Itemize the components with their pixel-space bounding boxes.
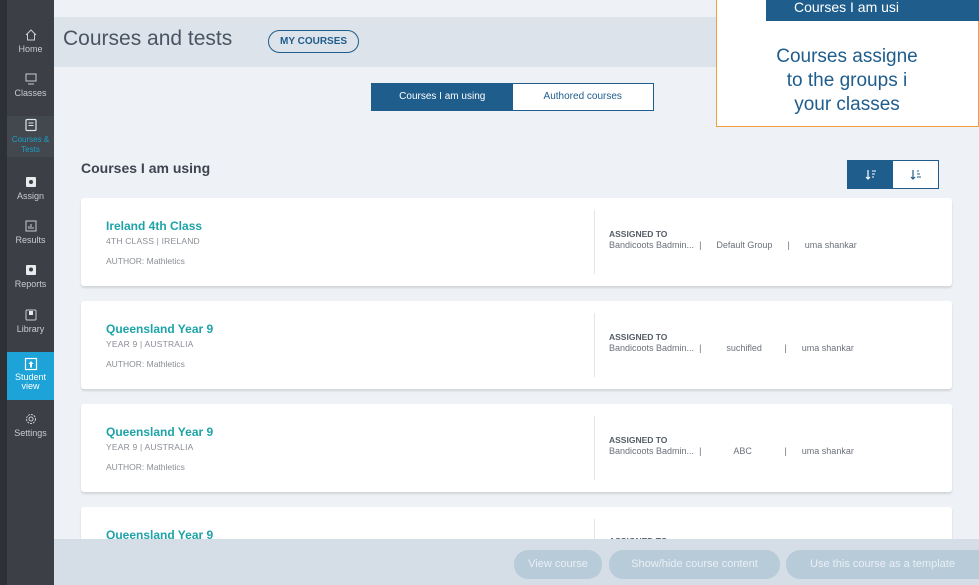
reports-icon bbox=[25, 265, 36, 275]
tab-authored-courses[interactable]: Authored courses bbox=[513, 84, 654, 110]
separator: | bbox=[761, 343, 802, 353]
separator: | bbox=[694, 343, 727, 353]
course-card[interactable]: Queensland Year 9 YEAR 9 | AUSTRALIA AUT… bbox=[81, 404, 952, 492]
sidebar-item-label: Courses & Tests bbox=[11, 135, 50, 154]
assigned-group: ABC bbox=[733, 446, 752, 456]
assigned-teacher: uma shankar bbox=[801, 343, 854, 353]
assigned-to-row: Bandicoots Badmin... | ABC | uma shankar bbox=[609, 446, 854, 456]
separator: | bbox=[694, 446, 734, 456]
sort-asc-icon bbox=[910, 169, 921, 180]
library-icon bbox=[25, 309, 36, 321]
section-title: Courses I am using bbox=[81, 160, 211, 176]
sidebar-item-label: Student view bbox=[14, 372, 47, 391]
assign-icon bbox=[25, 177, 36, 187]
sidebar-item-courses[interactable]: Courses & Tests bbox=[7, 116, 54, 157]
sidebar-item-label: Reports bbox=[14, 279, 47, 289]
show-hide-content-button[interactable]: Show/hide course content bbox=[609, 550, 780, 579]
my-courses-button[interactable]: MY COURSES bbox=[268, 30, 360, 53]
assigned-teacher: uma shankar bbox=[801, 446, 854, 456]
course-subtitle: YEAR 9 | AUSTRALIA bbox=[106, 442, 194, 452]
sidebar-item-library[interactable]: Library bbox=[7, 308, 54, 334]
student-view-icon bbox=[24, 357, 37, 371]
course-author: AUTHOR: Mathletics bbox=[106, 256, 185, 266]
sidebar-item-label: Home bbox=[18, 44, 43, 54]
sidebar-item-settings[interactable]: Settings bbox=[7, 412, 54, 438]
course-card[interactable]: Ireland 4th Class 4TH CLASS | IRELAND AU… bbox=[81, 198, 952, 286]
assigned-group: Bandicoots Badmin... bbox=[609, 240, 695, 250]
view-course-button[interactable]: View course bbox=[514, 550, 602, 579]
course-author: AUTHOR: Mathletics bbox=[106, 359, 185, 369]
tab-courses-i-am-using[interactable]: Courses I am using bbox=[372, 84, 513, 110]
separator: | bbox=[772, 240, 805, 250]
card-divider bbox=[594, 416, 595, 480]
bottom-action-bar: View course Show/hide course content Use… bbox=[54, 539, 979, 585]
page-title: Courses and tests bbox=[63, 27, 233, 50]
sidebar-item-label: Settings bbox=[14, 428, 47, 438]
course-card[interactable]: Queensland Year 9 YEAR 9 | AUSTRALIA AUT… bbox=[81, 301, 952, 389]
assigned-to-row: Bandicoots Badmin... | suchifled | uma s… bbox=[609, 343, 854, 353]
sort-desc-button[interactable] bbox=[848, 161, 893, 188]
sidebar-item-assign[interactable]: Assign bbox=[7, 175, 54, 201]
assigned-to-label: ASSIGNED TO bbox=[609, 332, 668, 342]
assigned-to-label: ASSIGNED TO bbox=[609, 229, 668, 239]
sidebar-item-classes[interactable]: Classes bbox=[7, 72, 54, 98]
sidebar-item-student-view[interactable]: Student view bbox=[7, 352, 54, 400]
sort-asc-button[interactable] bbox=[893, 161, 938, 188]
use-as-template-button[interactable]: Use this course as a template bbox=[786, 550, 979, 579]
sort-toggle bbox=[847, 160, 939, 189]
sidebar-item-label: Classes bbox=[14, 88, 47, 98]
assigned-group: suchifled bbox=[726, 343, 762, 353]
assigned-to-label: ASSIGNED TO bbox=[609, 435, 668, 445]
card-divider bbox=[594, 313, 595, 377]
separator: | bbox=[694, 240, 717, 250]
gear-icon bbox=[25, 414, 36, 424]
sidebar-item-results[interactable]: Results bbox=[7, 219, 54, 245]
assigned-group: Default Group bbox=[716, 240, 773, 250]
sidebar-item-label: Assign bbox=[16, 191, 44, 201]
separator: | bbox=[751, 446, 802, 456]
course-name[interactable]: Ireland 4th Class bbox=[106, 219, 202, 233]
results-icon bbox=[25, 220, 36, 232]
help-tooltip: Courses I am usi Courses assigne to the … bbox=[716, 0, 979, 127]
assigned-group: Bandicoots Badmin... bbox=[609, 343, 695, 353]
course-author: AUTHOR: Mathletics bbox=[106, 462, 185, 472]
tooltip-body: Courses assigne to the groups i your cla… bbox=[776, 46, 918, 115]
sidebar-item-home[interactable]: Home bbox=[7, 28, 54, 54]
sort-desc-icon bbox=[865, 169, 876, 180]
sidebar-item-reports[interactable]: Reports bbox=[7, 263, 54, 289]
courses-icon bbox=[24, 118, 37, 132]
card-divider bbox=[594, 210, 595, 274]
course-name[interactable]: Queensland Year 9 bbox=[106, 322, 213, 336]
course-name[interactable]: Queensland Year 9 bbox=[106, 425, 213, 439]
home-icon bbox=[25, 29, 36, 41]
course-subtitle: YEAR 9 | AUSTRALIA bbox=[106, 339, 194, 349]
sidebar-item-label: Results bbox=[15, 235, 46, 245]
assigned-teacher: uma shankar bbox=[804, 240, 857, 250]
assigned-to-row: Bandicoots Badmin... | Default Group | u… bbox=[609, 240, 857, 250]
tooltip-heading: Courses I am usi bbox=[766, 0, 979, 21]
course-view-toggle: Courses I am using Authored courses bbox=[371, 83, 654, 111]
sidebar: Home Classes Courses & Tests Assign Resu… bbox=[0, 0, 54, 585]
course-subtitle: 4TH CLASS | IRELAND bbox=[106, 236, 200, 246]
assigned-group: Bandicoots Badmin... bbox=[609, 446, 695, 456]
classes-icon bbox=[25, 73, 36, 85]
sidebar-item-label: Library bbox=[16, 324, 45, 334]
